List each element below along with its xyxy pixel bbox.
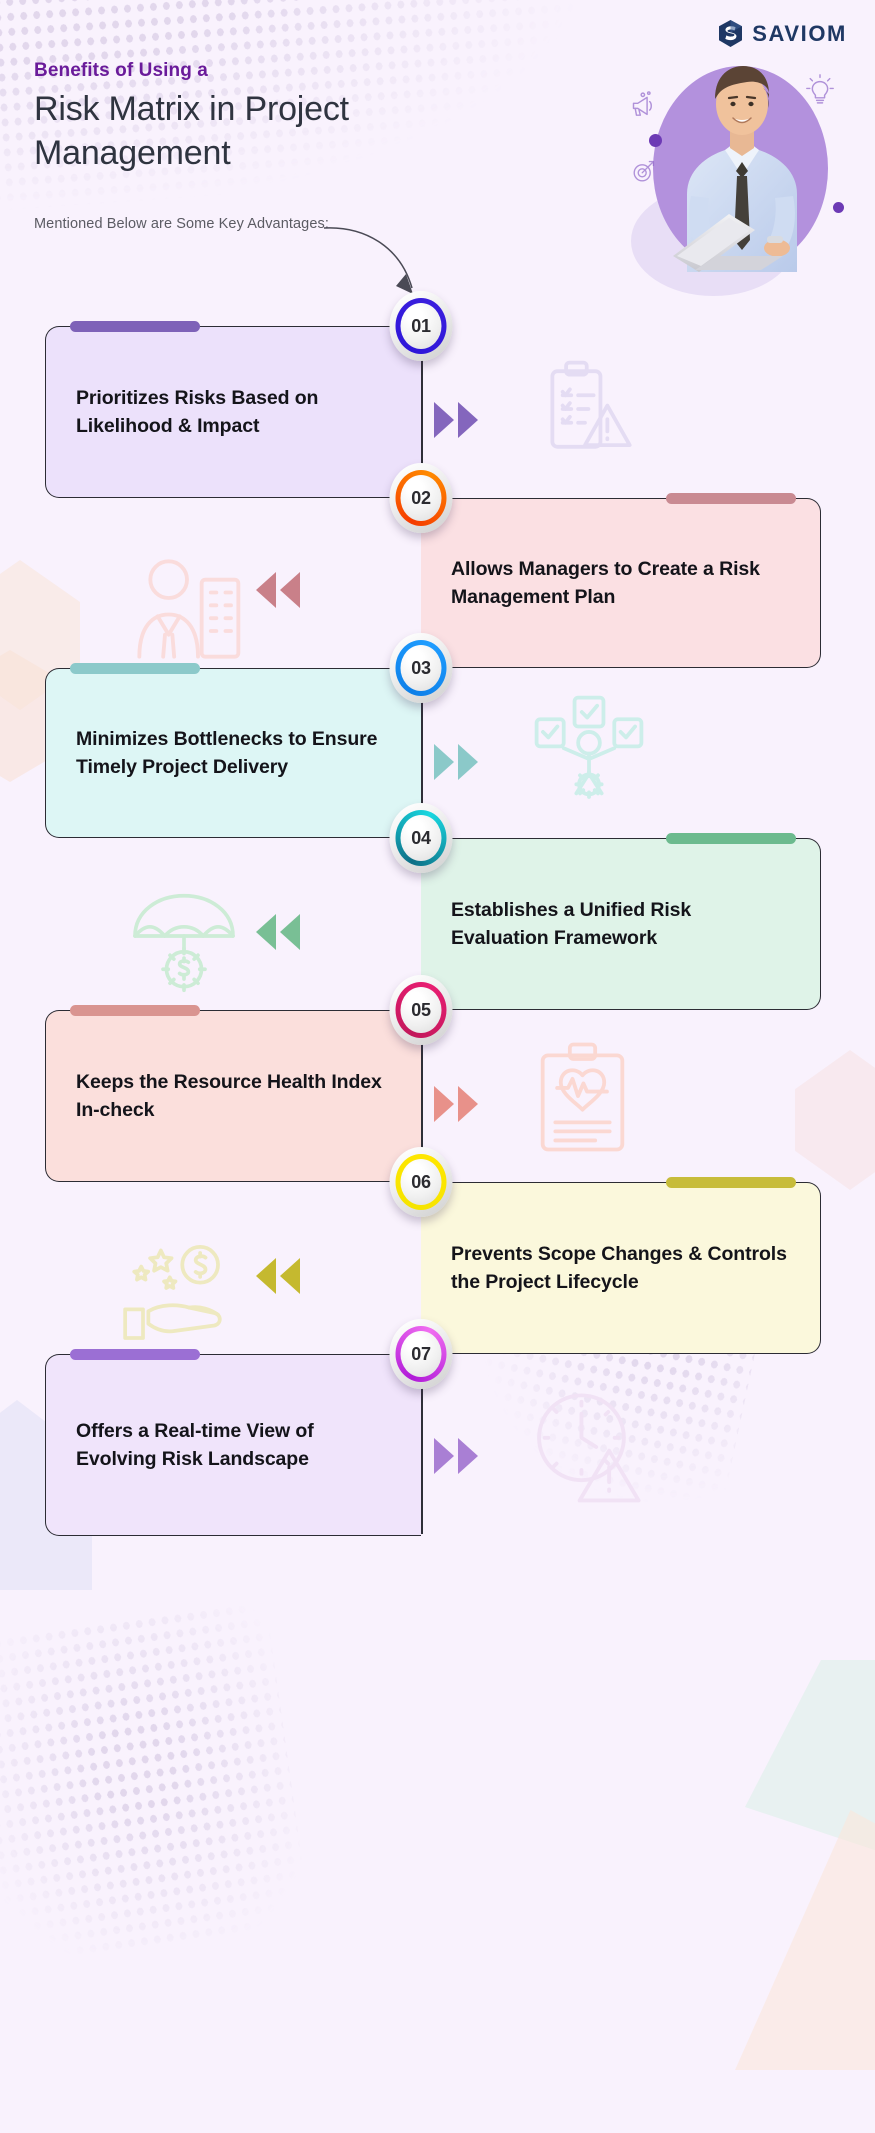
chevron-left-06 xyxy=(252,1254,304,1298)
step-badge-01[interactable]: 01 xyxy=(389,291,453,361)
badge-number-05: 05 xyxy=(411,999,431,1020)
hand-coin-stars-icon xyxy=(123,1245,222,1340)
benefit-text-04: Establishes a Unified Risk Evaluation Fr… xyxy=(451,899,692,949)
card-tab-03 xyxy=(70,663,200,674)
chevron-right-05 xyxy=(432,1082,484,1126)
page-title: Risk Matrix in Project Management xyxy=(34,90,349,172)
chevron-right-07 xyxy=(432,1434,484,1478)
benefit-card-05[interactable]: Keeps the Resource Health Index In-check xyxy=(45,1005,421,1182)
header-eyebrow: Benefits of Using a xyxy=(34,60,208,81)
benefit-text-05: Keeps the Resource Health Index In-check xyxy=(76,1071,382,1121)
benefit-card-07[interactable]: Offers a Real-time View of Evolving Risk… xyxy=(45,1349,421,1536)
card-tab-07 xyxy=(70,1349,200,1360)
card-tab-05 xyxy=(70,1005,200,1016)
clock-warning-icon xyxy=(537,1393,641,1503)
badge-number-03: 03 xyxy=(411,657,431,678)
benefit-text-06: Prevents Scope Changes & Controls the Pr… xyxy=(451,1243,787,1293)
clipboard-heartbeat-icon xyxy=(540,1042,625,1152)
halftone-pattern-bottom xyxy=(0,1598,312,1972)
chevron-left-02 xyxy=(252,568,304,612)
step-badge-06[interactable]: 06 xyxy=(389,1147,453,1217)
card-tab-01 xyxy=(70,321,200,332)
badge-inner-04: 04 xyxy=(400,815,442,861)
decorative-shape-mint xyxy=(745,1660,875,1870)
card-tab-06 xyxy=(666,1177,796,1188)
badge-inner-02: 02 xyxy=(400,475,442,521)
step-badge-05[interactable]: 05 xyxy=(389,975,453,1045)
badge-number-06: 06 xyxy=(411,1171,431,1192)
badge-inner-01: 01 xyxy=(400,303,442,349)
card-tab-04 xyxy=(666,833,796,844)
badge-inner-03: 03 xyxy=(400,645,442,691)
benefit-text-03: Minimizes Bottlenecks to Ensure Timely P… xyxy=(76,728,378,778)
card-tab-02 xyxy=(666,493,796,504)
step-badge-03[interactable]: 03 xyxy=(389,633,453,703)
team-checklist-gear-icon xyxy=(534,695,644,799)
step-badge-02[interactable]: 02 xyxy=(389,463,453,533)
benefit-card-03[interactable]: Minimizes Bottlenecks to Ensure Timely P… xyxy=(45,663,421,838)
badge-number-01: 01 xyxy=(411,315,431,336)
manager-person-building-icon xyxy=(137,559,241,659)
businessman-with-laptop-photo xyxy=(673,66,797,272)
badge-number-07: 07 xyxy=(411,1343,431,1364)
chevron-left-04 xyxy=(252,910,304,954)
badge-number-02: 02 xyxy=(411,487,431,508)
benefit-text-02: Allows Managers to Create a Risk Managem… xyxy=(451,558,760,608)
badge-inner-06: 06 xyxy=(400,1159,442,1205)
decorative-hexagon-pink xyxy=(795,1050,875,1190)
benefit-card-06[interactable]: Prevents Scope Changes & Controls the Pr… xyxy=(421,1177,821,1354)
hero-accent-dot-right xyxy=(833,202,844,213)
step-badge-04[interactable]: 04 xyxy=(389,803,453,873)
benefit-card-04[interactable]: Establishes a Unified Risk Evaluation Fr… xyxy=(421,833,821,1010)
badge-inner-05: 05 xyxy=(400,987,442,1033)
clipboard-warning-icon xyxy=(550,360,632,449)
benefit-text-07: Offers a Real-time View of Evolving Risk… xyxy=(76,1420,314,1470)
chevron-right-03 xyxy=(432,740,484,784)
step-badge-07[interactable]: 07 xyxy=(389,1319,453,1389)
decorative-shape-peach xyxy=(735,1810,875,2070)
badge-inner-07: 07 xyxy=(400,1331,442,1377)
page-subtitle: Mentioned Below are Some Key Advantages: xyxy=(34,216,329,232)
badge-number-04: 04 xyxy=(411,827,431,848)
chevron-right-01 xyxy=(432,398,484,442)
umbrella-money-gear-icon xyxy=(133,893,235,993)
hero-illustration xyxy=(625,36,855,296)
benefit-card-01[interactable]: Prioritizes Risks Based on Likelihood & … xyxy=(45,321,421,498)
benefit-card-02[interactable]: Allows Managers to Create a Risk Managem… xyxy=(421,493,821,668)
benefit-text-01: Prioritizes Risks Based on Likelihood & … xyxy=(76,387,319,437)
